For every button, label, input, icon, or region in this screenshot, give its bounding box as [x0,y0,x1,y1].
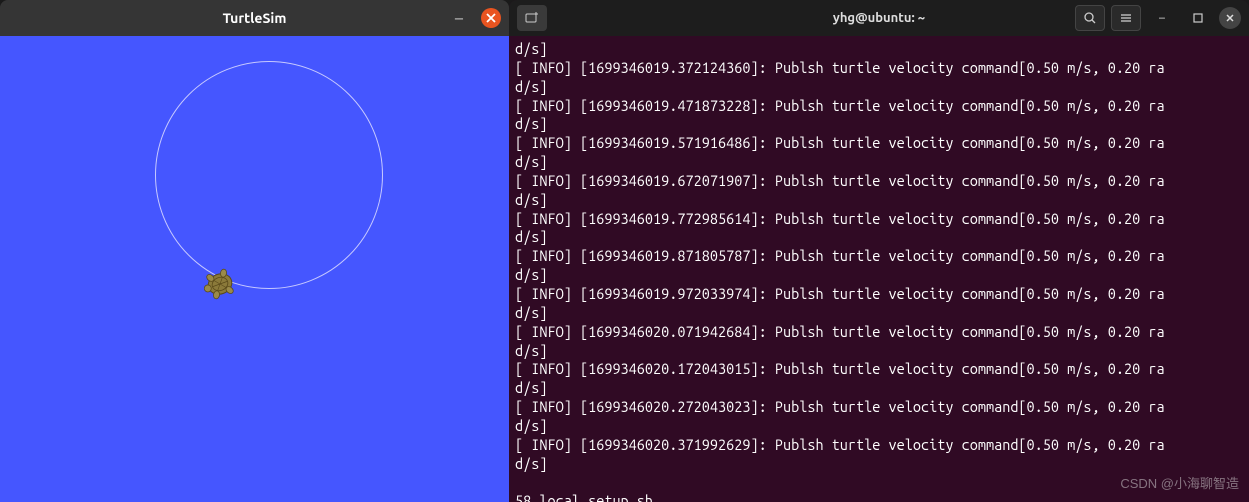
close-button[interactable] [1219,7,1241,29]
window-title: TurtleSim [223,10,287,26]
minimize-button[interactable]: − [449,8,469,28]
maximize-button[interactable] [1183,5,1213,31]
terminal-titlebar[interactable]: yhg@ubuntu: ~ − [509,0,1249,36]
terminal-output[interactable]: d/s] [ INFO] [1699346019.372124360]: Pub… [509,36,1249,502]
turtlesim-canvas[interactable] [0,36,509,502]
turtlesim-window: TurtleSim − [0,0,509,502]
close-button[interactable] [481,8,501,28]
terminal-title: yhg@ubuntu: ~ [833,11,925,25]
window-controls: − [449,8,501,28]
turtlesim-titlebar[interactable]: TurtleSim − [0,0,509,36]
minimize-button[interactable]: − [1147,5,1177,31]
terminal-controls: − [1075,5,1241,31]
watermark: CSDN @小海聊智造 [1120,473,1239,492]
new-tab-button[interactable] [517,5,547,31]
terminal-window: yhg@ubuntu: ~ − d/s] [ INFO] [1699346019… [509,0,1249,502]
turtle-path [155,61,383,289]
search-button[interactable] [1075,5,1105,31]
menu-button[interactable] [1111,5,1141,31]
